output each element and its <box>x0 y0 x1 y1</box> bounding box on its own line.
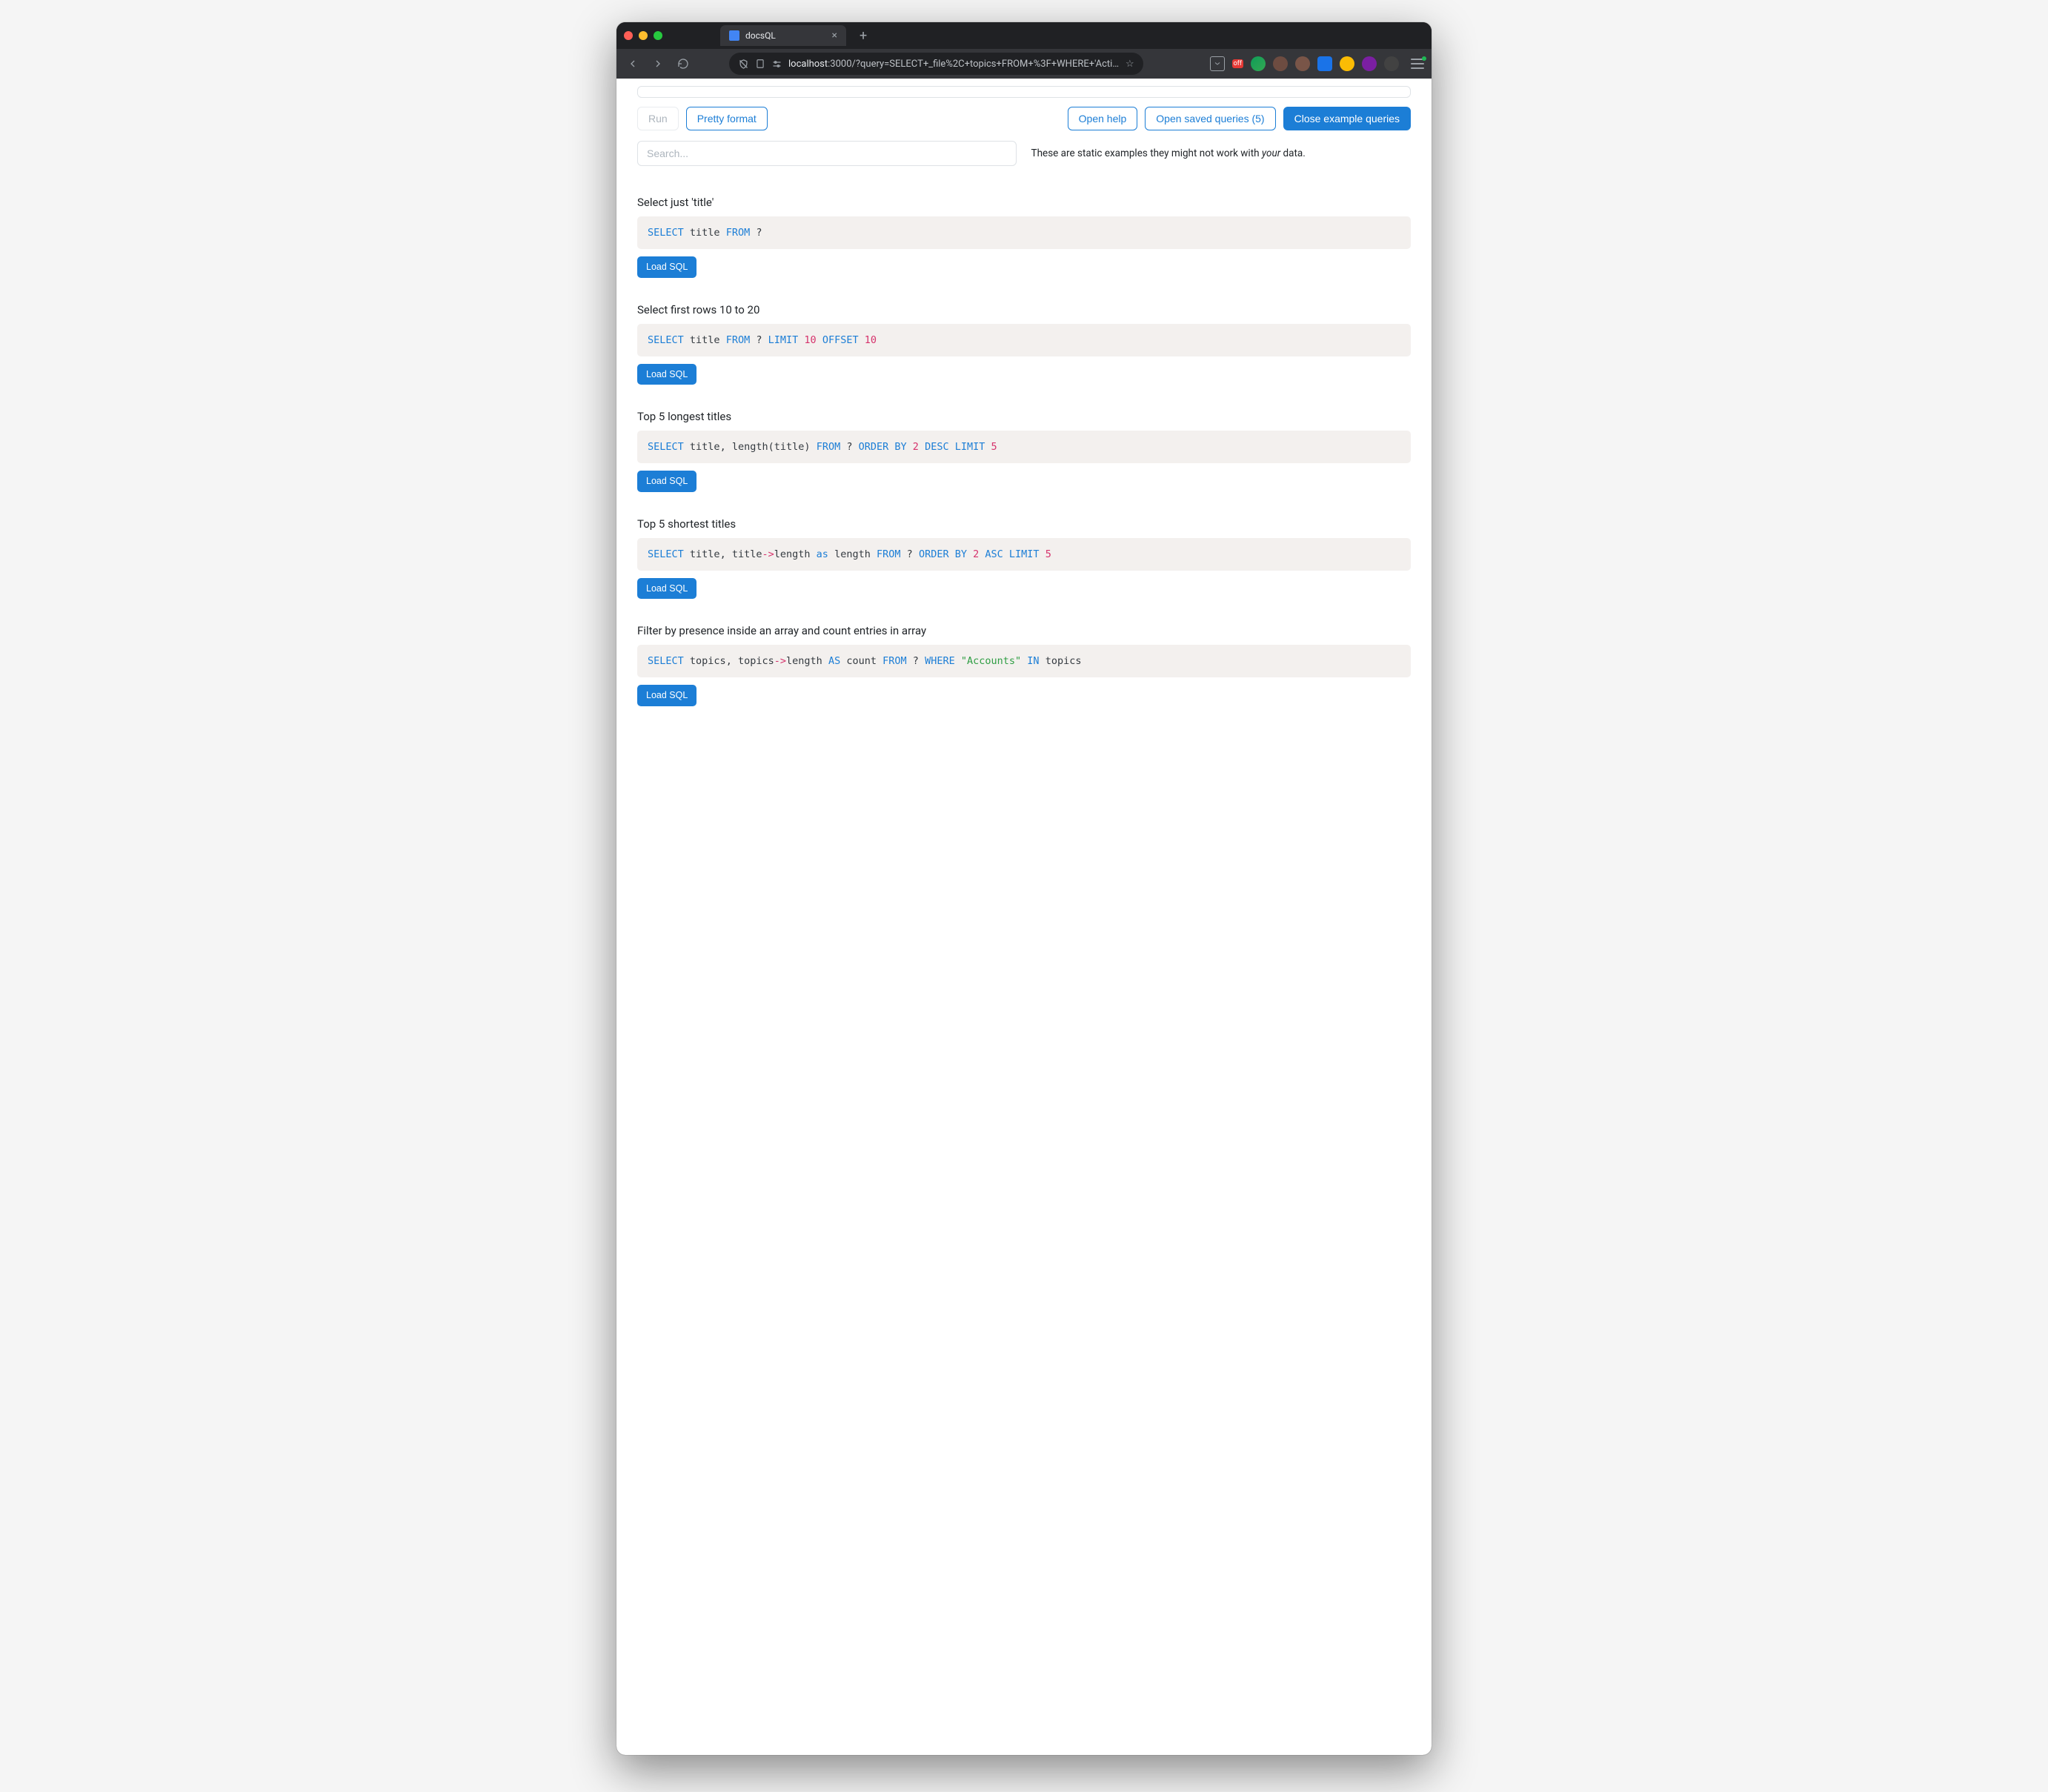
example-sql-code: SELECT topics, topics->length AS count F… <box>637 645 1411 677</box>
tune-icon <box>771 59 782 70</box>
load-sql-button[interactable]: Load SQL <box>637 256 696 277</box>
example-block: Select first rows 10 to 20 SELECT title F… <box>637 303 1411 385</box>
example-title: Filter by presence inside an array and c… <box>637 624 1411 637</box>
page-content: Run Pretty format Open help Open saved q… <box>616 79 1432 1755</box>
address-bar[interactable]: localhost:3000/?query=SELECT+_file%2C+to… <box>729 53 1143 75</box>
nav-forward-button[interactable] <box>649 55 667 73</box>
load-sql-button[interactable]: Load SQL <box>637 578 696 599</box>
browser-tab[interactable]: docsQL × <box>720 25 846 46</box>
load-sql-button[interactable]: Load SQL <box>637 685 696 706</box>
example-block: Top 5 longest titles SELECT title, length… <box>637 410 1411 492</box>
load-sql-button[interactable]: Load SQL <box>637 471 696 491</box>
static-note: These are static examples they might not… <box>1031 147 1306 159</box>
browser-menu-button[interactable] <box>1411 59 1424 69</box>
example-block: Filter by presence inside an array and c… <box>637 624 1411 706</box>
action-toolbar: Run Pretty format Open help Open saved q… <box>637 107 1411 130</box>
example-sql-code: SELECT title FROM ? LIMIT 10 OFFSET 10 <box>637 324 1411 356</box>
nav-back-button[interactable] <box>624 55 642 73</box>
extension-dark-icon[interactable] <box>1384 56 1399 71</box>
extension-purple-icon[interactable] <box>1362 56 1377 71</box>
new-tab-button[interactable]: + <box>860 28 867 44</box>
extension-amber-icon[interactable] <box>1340 56 1354 71</box>
bookmark-star-icon[interactable]: ☆ <box>1126 59 1134 70</box>
search-row: These are static examples they might not… <box>637 141 1411 166</box>
load-sql-button[interactable]: Load SQL <box>637 364 696 385</box>
static-note-prefix: These are static examples they might not… <box>1031 147 1262 159</box>
window-titlebar: docsQL × + <box>616 22 1432 49</box>
page-icon <box>755 59 765 69</box>
example-sql-code: SELECT title, title->length as length FR… <box>637 538 1411 571</box>
browser-extensions: off <box>1210 56 1424 71</box>
extension-pocket-icon[interactable] <box>1210 56 1225 71</box>
window-maximize-button[interactable] <box>654 31 662 40</box>
shield-off-icon <box>738 59 749 70</box>
pretty-format-button[interactable]: Pretty format <box>686 107 768 130</box>
example-block: Select just 'title' SELECT title FROM ? Lo… <box>637 196 1411 278</box>
window-minimize-button[interactable] <box>639 31 648 40</box>
example-title: Top 5 shortest titles <box>637 517 1411 531</box>
example-block: Top 5 shortest titles SELECT title, title… <box>637 517 1411 600</box>
extension-green-icon[interactable] <box>1251 56 1266 71</box>
examples-list: Select just 'title' SELECT title FROM ? Lo… <box>637 196 1411 706</box>
example-title: Top 5 longest titles <box>637 410 1411 423</box>
nav-reload-button[interactable] <box>674 55 692 73</box>
menu-notification-dot-icon <box>1422 56 1426 61</box>
extension-brown-a-icon[interactable] <box>1273 56 1288 71</box>
static-note-suffix: data. <box>1280 147 1306 159</box>
tab-title: docsQL <box>745 30 826 41</box>
browser-toolbar: localhost:3000/?query=SELECT+_file%2C+to… <box>616 49 1432 79</box>
static-note-your: your <box>1262 147 1280 159</box>
example-sql-code: SELECT title FROM ? <box>637 216 1411 249</box>
extension-brown-b-icon[interactable] <box>1295 56 1310 71</box>
browser-window: docsQL × + localhost:3000/?query=SELECT+… <box>616 22 1432 1755</box>
query-editor[interactable] <box>637 86 1411 98</box>
close-example-queries-button[interactable]: Close example queries <box>1283 107 1411 130</box>
open-help-button[interactable]: Open help <box>1068 107 1138 130</box>
example-title: Select first rows 10 to 20 <box>637 303 1411 316</box>
open-saved-queries-button[interactable]: Open saved queries (5) <box>1145 107 1275 130</box>
example-title: Select just 'title' <box>637 196 1411 209</box>
search-input[interactable] <box>637 141 1017 166</box>
extension-blue-icon[interactable] <box>1317 56 1332 71</box>
extension-off-badge-icon[interactable]: off <box>1232 59 1243 68</box>
tab-close-button[interactable]: × <box>832 30 837 42</box>
example-sql-code: SELECT title, length(title) FROM ? ORDER… <box>637 431 1411 463</box>
window-controls <box>624 31 662 40</box>
run-button[interactable]: Run <box>637 107 679 130</box>
window-close-button[interactable] <box>624 31 633 40</box>
tab-favicon-icon <box>729 30 739 41</box>
address-url: localhost:3000/?query=SELECT+_file%2C+to… <box>788 59 1120 70</box>
